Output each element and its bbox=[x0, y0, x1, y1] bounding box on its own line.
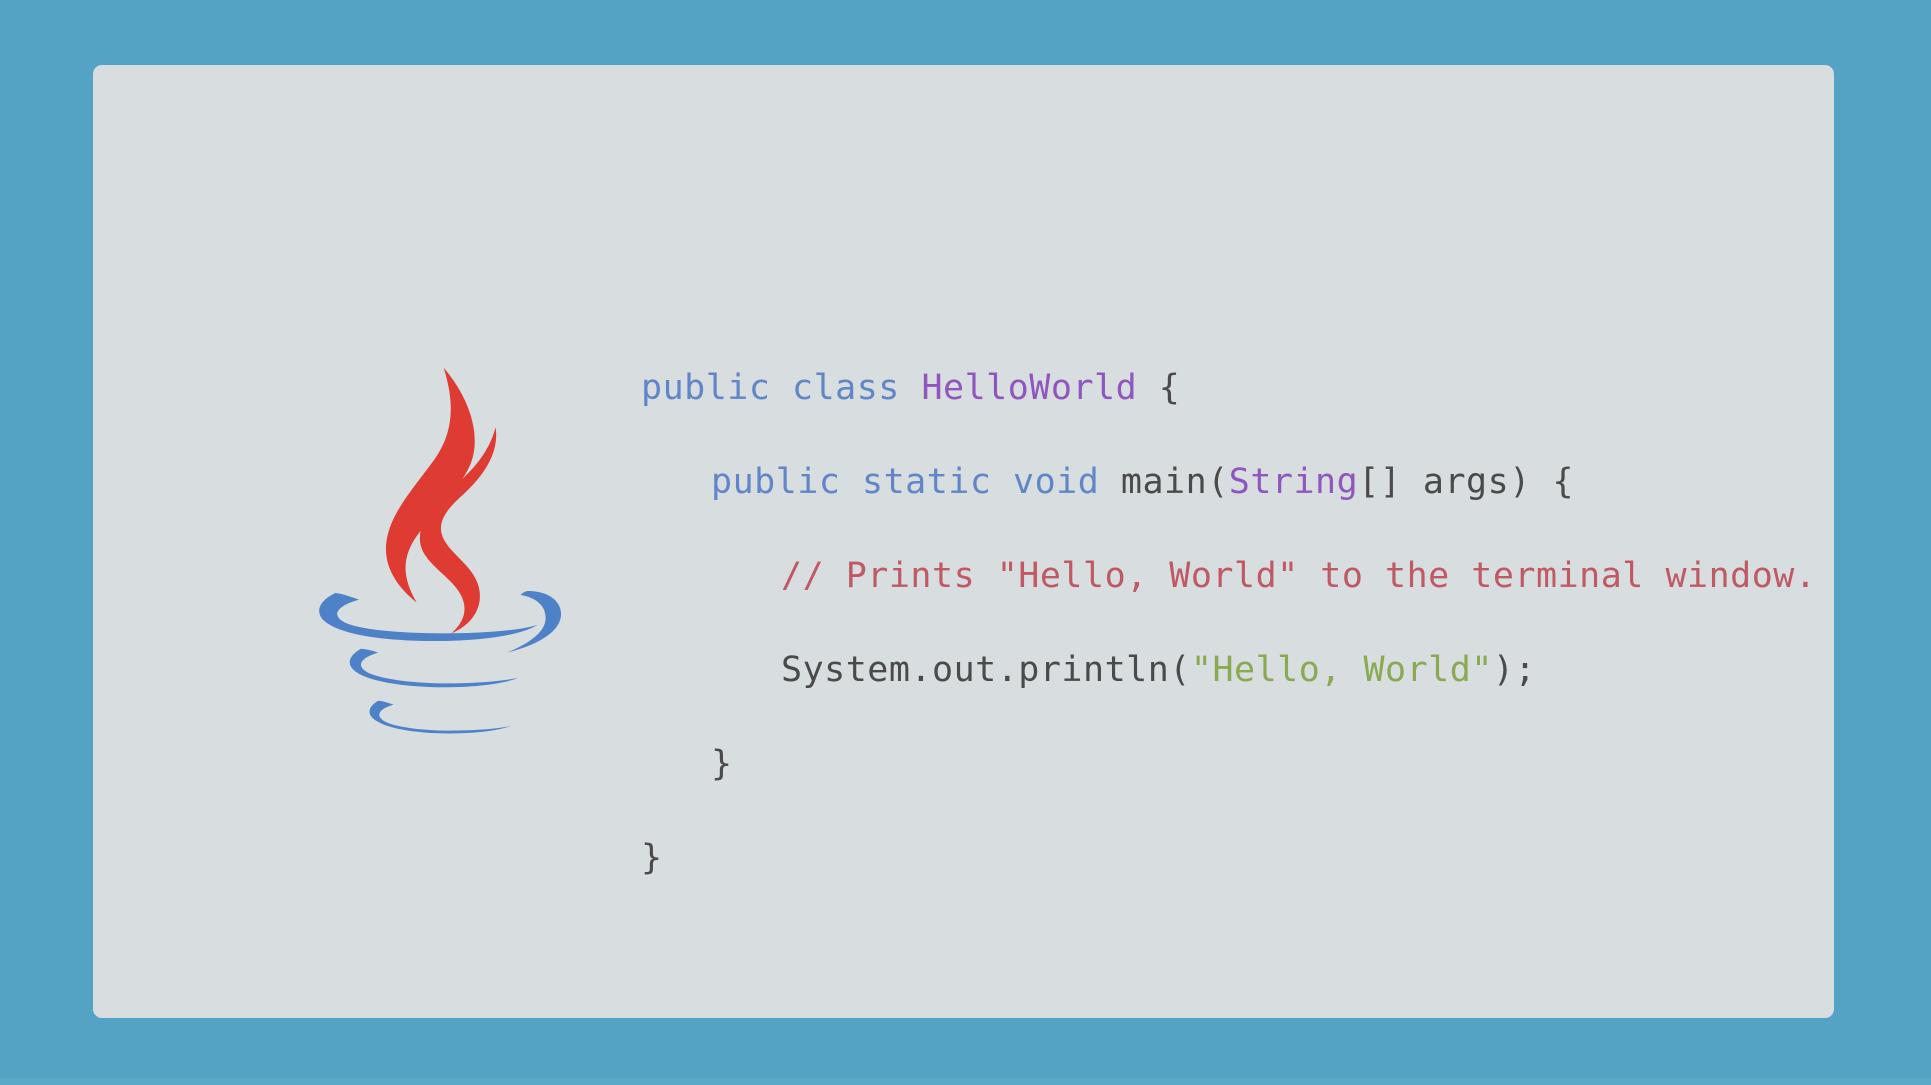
java-logo bbox=[289, 360, 579, 745]
code-token-type: String bbox=[1228, 462, 1359, 502]
code-token-plain: ); bbox=[1492, 650, 1537, 690]
code-token-plain: main( bbox=[1120, 462, 1229, 502]
code-token-plain: [] args) { bbox=[1358, 462, 1574, 502]
code-token-kw: public bbox=[711, 462, 841, 502]
code-token-punct: } bbox=[711, 744, 733, 784]
code-line: System.out.println("Hello, World"); bbox=[641, 623, 1841, 717]
code-token-kw: void bbox=[1013, 462, 1100, 502]
code-token-punct: { bbox=[1137, 368, 1181, 408]
slide-canvas: public class HelloWorld {public static v… bbox=[0, 0, 1931, 1085]
code-line: public class HelloWorld { bbox=[641, 341, 1841, 435]
code-token-plain: System.out.println( bbox=[781, 650, 1191, 690]
code-token-kw: static bbox=[862, 462, 992, 502]
code-token-kw: class bbox=[792, 368, 900, 408]
bottom-strip bbox=[0, 1078, 1931, 1085]
code-line: } bbox=[641, 811, 1841, 905]
code-block: public class HelloWorld {public static v… bbox=[641, 341, 1841, 905]
code-line: } bbox=[641, 717, 1841, 811]
code-token-kw: public bbox=[641, 368, 771, 408]
code-line: // Prints "Hello, World" to the terminal… bbox=[641, 529, 1841, 623]
code-line: public static void main(String[] args) { bbox=[641, 435, 1841, 529]
code-token-comment: // Prints "Hello, World" to the terminal… bbox=[781, 556, 1817, 596]
code-card: public class HelloWorld { public static v… bbox=[93, 65, 1834, 1018]
code-token-punct: } bbox=[641, 838, 663, 878]
code-token-type: HelloWorld bbox=[921, 368, 1138, 408]
code-token-string: "Hello, World" bbox=[1190, 650, 1493, 690]
java-logo-steam bbox=[385, 367, 497, 634]
java-logo-svg bbox=[319, 367, 562, 734]
java-logo-cup bbox=[319, 591, 562, 734]
